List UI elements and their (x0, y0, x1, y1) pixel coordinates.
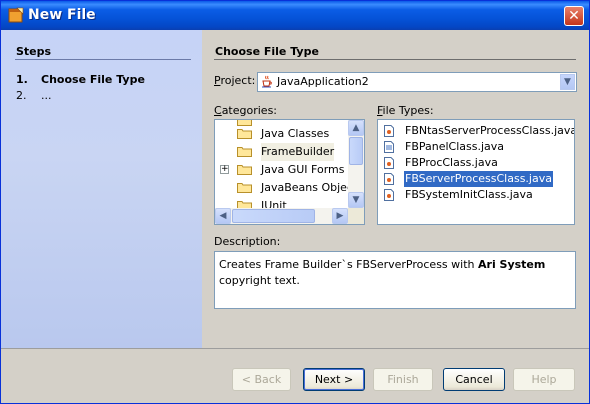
project-label: Project: (214, 74, 256, 87)
scroll-left-button[interactable]: ◀ (215, 208, 231, 224)
tree-item-java-classes[interactable]: Java Classes (215, 125, 348, 143)
scroll-corner (348, 208, 364, 224)
list-item-label: FBServerProcessClass.java (404, 171, 553, 187)
steps-title: Steps (16, 45, 52, 58)
chevron-left-icon: ◀ (219, 211, 227, 221)
steps-divider (15, 59, 191, 60)
new-file-dialog: New File ✕ Steps 1. Choose File Type 2...… (0, 0, 590, 404)
window-title: New File (28, 7, 96, 23)
tree-item-label: JavaBeans Object (261, 181, 358, 194)
folder-icon (237, 147, 252, 157)
description-text: Creates Frame Builder`s FBServerProcess … (219, 258, 546, 287)
step-number: 1. (16, 73, 28, 86)
file-types-label: File Types: (377, 104, 434, 117)
step-label: ... (41, 89, 52, 102)
page-title: Choose File Type (215, 45, 319, 58)
project-combo[interactable]: JavaApplication2 ▼ (257, 72, 577, 92)
tree-item-label: Java GUI Forms (261, 163, 345, 176)
list-item-label: FBSystemInitClass.java (405, 188, 533, 201)
scroll-up-button[interactable]: ▲ (348, 120, 364, 136)
java-file-icon (384, 173, 394, 185)
steps-panel: Steps 1. Choose File Type 2.... (1, 30, 202, 348)
finish-button[interactable]: Finish (373, 368, 433, 391)
vertical-scrollbar[interactable]: ▲ ▼ (348, 120, 364, 208)
scroll-thumb[interactable] (349, 137, 363, 165)
back-button[interactable]: < Back (232, 368, 291, 391)
chevron-down-icon: ▼ (352, 195, 360, 205)
list-item-label: FBPanelClass.java (405, 140, 505, 153)
title-divider (214, 59, 576, 60)
categories-label: Categories: (214, 104, 278, 117)
step-number: 2. (16, 89, 27, 102)
title-bar[interactable]: New File ✕ (1, 1, 589, 30)
java-cup-icon (262, 75, 272, 88)
close-icon[interactable]: ✕ (565, 7, 583, 25)
scroll-down-button[interactable]: ▼ (348, 192, 364, 208)
help-button[interactable]: Help (513, 368, 575, 391)
combo-dropdown-button[interactable]: ▼ (560, 74, 575, 90)
file-types-list[interactable]: FBNtasServerProcessClass.java FBPanelCla… (377, 119, 575, 225)
java-file-icon (384, 157, 394, 169)
horizontal-scrollbar[interactable]: ◀ ▶ (215, 208, 348, 224)
close-button[interactable]: ✕ (564, 6, 584, 26)
folder-icon (237, 165, 252, 175)
step-label: Choose File Type (41, 73, 145, 86)
chevron-right-icon: ▶ (336, 211, 344, 221)
tree-item-label: FrameBuilder (261, 143, 335, 161)
tree-item-framebuilder[interactable]: FrameBuilder (215, 143, 348, 161)
description-box: Creates Frame Builder`s FBServerProcess … (214, 251, 576, 309)
step-choose-file-type: 1. Choose File Type (16, 73, 145, 86)
description-label: Description: (214, 235, 281, 248)
list-item-label: FBProcClass.java (405, 156, 498, 169)
java-file-icon (384, 189, 394, 201)
step-next: 2.... (16, 89, 52, 102)
scroll-right-button[interactable]: ▶ (332, 208, 348, 224)
list-item-label: FBNtasServerProcessClass.java (405, 124, 575, 137)
new-file-icon (8, 7, 24, 23)
folder-icon (237, 183, 252, 193)
cancel-button[interactable]: Cancel (443, 368, 505, 391)
tree-item-javabeans[interactable]: JavaBeans Object (215, 179, 357, 197)
button-bar: < Back Next > Finish Cancel Help (1, 348, 589, 403)
form-file-icon (384, 141, 394, 153)
chevron-down-icon: ▼ (564, 77, 571, 87)
main-panel: Choose File Type Project: JavaApplicatio… (202, 30, 589, 348)
expand-icon[interactable]: + (220, 165, 229, 174)
categories-tree[interactable]: Java Classes Java Classes FrameBuilder +… (214, 119, 365, 225)
tree-item-java-gui-forms[interactable]: + Java GUI Forms (215, 161, 348, 179)
chevron-up-icon: ▲ (352, 123, 360, 133)
tree-item-label: Java Classes (261, 127, 330, 140)
next-button[interactable]: Next > (303, 368, 365, 391)
scroll-thumb[interactable] (232, 209, 315, 223)
folder-icon (237, 129, 252, 139)
java-file-icon (384, 125, 394, 137)
project-value: JavaApplication2 (277, 75, 369, 88)
